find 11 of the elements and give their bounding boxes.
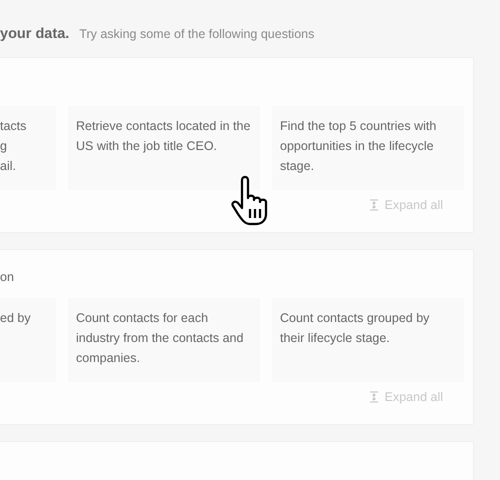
question-card[interactable]: Count contacts for each industry from the contacts and companies. bbox=[68, 298, 260, 382]
section-title: on bbox=[0, 270, 14, 284]
expand-icon bbox=[368, 391, 379, 403]
hint-text: Try asking some of the following questions bbox=[79, 27, 314, 41]
expand-icon bbox=[368, 199, 379, 211]
question-card[interactable]: tacts g ail. bbox=[0, 106, 56, 190]
question-card[interactable]: Retrieve contacts located in the US with the job title CEO. bbox=[68, 106, 260, 190]
question-card[interactable]: ed by bbox=[0, 298, 56, 382]
page-title: your data. bbox=[0, 26, 70, 42]
question-card[interactable]: Find the top 5 countries with opportunities in the lifecycle stage. bbox=[272, 106, 464, 190]
question-card[interactable]: Count contacts grouped by their lifecycle stage. bbox=[272, 298, 464, 382]
